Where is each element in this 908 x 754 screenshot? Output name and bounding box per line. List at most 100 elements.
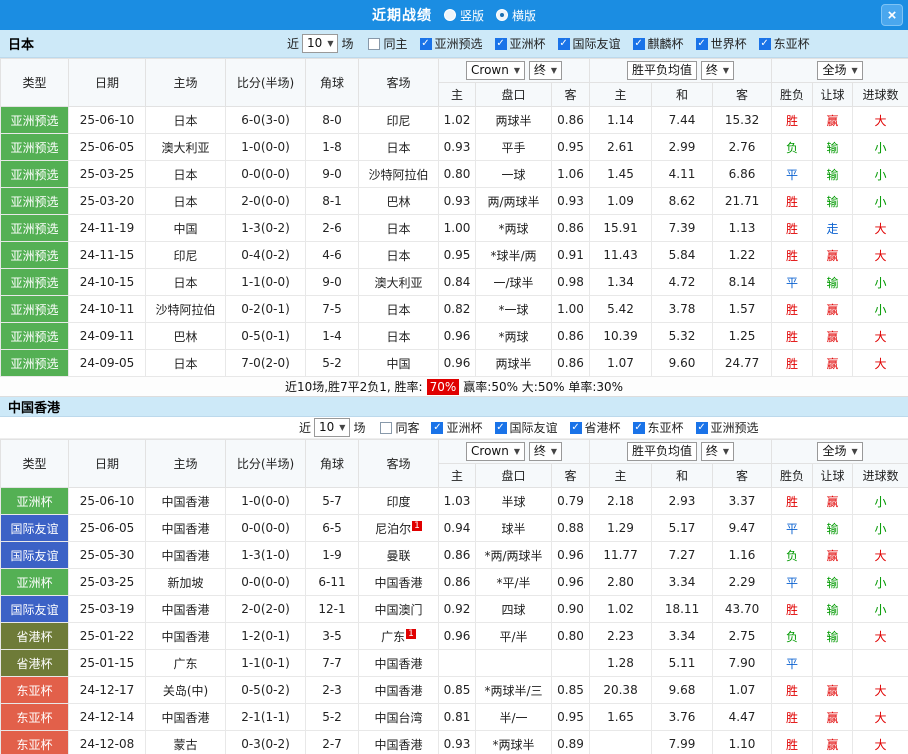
away-team[interactable]: 中国香港 [358, 730, 439, 754]
avg-type-select[interactable]: 胜平负均值 [627, 61, 698, 80]
corner-score: 1-8 [305, 133, 359, 161]
games-label: 场 [341, 37, 354, 51]
home-team[interactable]: 日本 [145, 349, 226, 377]
odds-away: 0.95 [550, 703, 591, 731]
match-date: 24-12-08 [68, 730, 146, 754]
home-team[interactable]: 新加坡 [145, 568, 226, 596]
score: 7-0(2-0) [225, 349, 306, 377]
away-team[interactable]: 沙特阿拉伯 [358, 160, 439, 188]
home-team[interactable]: 中国香港 [145, 622, 226, 650]
away-team[interactable]: 澳大利亚 [358, 268, 439, 296]
filter-checkbox-5[interactable]: ✓ 世界杯 [695, 35, 747, 52]
avg-type-select[interactable]: 胜平负均值 [627, 442, 698, 461]
away-team[interactable]: 中国 [358, 349, 439, 377]
filter-checkbox-0[interactable]: 同主 [368, 35, 408, 52]
odds-away: 0.89 [550, 730, 591, 754]
away-team[interactable]: 日本 [358, 295, 439, 323]
section-header-bar: 日本 近 10 ▼ 场同主 ✓ 亚洲预选 ✓ 亚洲杯 ✓ 国际友谊 ✓ 麒麟杯 ✓ 世界杯 ✓ 东亚杯 [0, 30, 908, 58]
away-team[interactable]: 中国香港 [358, 649, 439, 677]
odds-home: 0.86 [438, 541, 476, 569]
checkbox-icon: ✓ [695, 421, 708, 434]
competition-type: 亚洲预选 [0, 106, 69, 134]
result-wdl: 胜 [771, 295, 814, 323]
home-team[interactable]: 日本 [145, 106, 226, 134]
avg-home: 10.39 [589, 322, 653, 350]
home-team[interactable]: 广东 [145, 649, 226, 677]
corner-score: 8-0 [305, 106, 359, 134]
home-team[interactable]: 关岛(中) [145, 676, 226, 704]
result-handicap: 赢 [812, 730, 854, 754]
avg-draw: 5.17 [651, 514, 714, 542]
layout-radio-vertical[interactable]: 竖版 [443, 7, 484, 24]
filter-checkbox-3[interactable]: ✓ 省港杯 [569, 419, 621, 436]
odds-book-select[interactable]: Crown ▼ [466, 61, 525, 80]
home-team[interactable]: 蒙古 [145, 730, 226, 754]
odds-final-select[interactable]: 终 ▼ [528, 61, 562, 80]
away-team[interactable]: 日本 [358, 241, 439, 269]
away-team[interactable]: 巴林 [358, 187, 439, 215]
filter-checkbox-4[interactable]: ✓ 麒麟杯 [632, 35, 684, 52]
away-team[interactable]: 中国香港 [358, 676, 439, 704]
away-team[interactable]: 日本 [358, 133, 439, 161]
away-team[interactable]: 尼泊尔 1 [358, 514, 439, 542]
match-count-select[interactable]: 10 ▼ [302, 34, 339, 53]
checkbox-icon: ✓ [695, 37, 708, 50]
away-team[interactable]: 广东 1 [358, 622, 439, 650]
avg-draw: 4.72 [651, 268, 714, 296]
filter-checkbox-1[interactable]: ✓ 亚洲杯 [431, 419, 483, 436]
match-row: 亚洲预选 24-11-19 中国 1-3(0-2) 2-6 日本 1.00 *两球 0.86 15… [0, 214, 908, 242]
avg-final-select[interactable]: 终 ▼ [700, 442, 735, 461]
away-team[interactable]: 中国澳门 [358, 595, 439, 623]
odds-away: 0.93 [550, 187, 591, 215]
home-team[interactable]: 中国香港 [145, 487, 226, 515]
filter-checkbox-5[interactable]: ✓ 亚洲预选 [695, 419, 759, 436]
odds-final-select[interactable]: 终 ▼ [528, 442, 562, 461]
filter-checkbox-6[interactable]: ✓ 东亚杯 [758, 35, 810, 52]
odds-home: 0.84 [438, 268, 476, 296]
avg-draw: 7.44 [651, 106, 714, 134]
layout-radio-horizontal[interactable]: 横版 [496, 7, 536, 24]
home-team[interactable]: 中国香港 [145, 703, 226, 731]
away-team[interactable]: 中国台湾 [358, 703, 439, 731]
home-team[interactable]: 日本 [145, 160, 226, 188]
home-team[interactable]: 沙特阿拉伯 [145, 295, 226, 323]
close-button[interactable]: × [881, 4, 903, 26]
avg-final-select[interactable]: 终 ▼ [700, 61, 735, 80]
competition-type: 国际友谊 [0, 514, 69, 542]
away-team[interactable]: 日本 [358, 214, 439, 242]
odds-home [438, 649, 476, 677]
away-team[interactable]: 中国香港 [358, 568, 439, 596]
filter-checkbox-0[interactable]: 同客 [380, 419, 419, 436]
home-team[interactable]: 澳大利亚 [145, 133, 226, 161]
match-row: 亚洲杯 25-06-10 中国香港 1-0(0-0) 5-7 印度 1.03 半球 0.79 2.… [0, 487, 908, 515]
home-team[interactable]: 中国香港 [145, 595, 226, 623]
home-team[interactable]: 印尼 [145, 241, 226, 269]
result-wdl: 负 [771, 133, 814, 161]
away-team[interactable]: 曼联 [358, 541, 439, 569]
score: 2-0(0-0) [225, 187, 306, 215]
filter-checkbox-4[interactable]: ✓ 东亚杯 [632, 419, 684, 436]
home-team[interactable]: 中国香港 [145, 514, 226, 542]
col-avg-draw: 和 [651, 82, 714, 107]
filter-checkbox-2[interactable]: ✓ 国际友谊 [494, 419, 558, 436]
result-goals: 小 [852, 514, 908, 542]
home-team[interactable]: 巴林 [145, 322, 226, 350]
away-team[interactable]: 印尼 [358, 106, 439, 134]
odds-book-select[interactable]: Crown ▼ [466, 442, 525, 461]
filter-checkbox-3[interactable]: ✓ 国际友谊 [557, 35, 621, 52]
home-team[interactable]: 中国 [145, 214, 226, 242]
score: 0-0(0-0) [225, 160, 306, 188]
col-odds-home: 主 [438, 463, 476, 488]
home-team[interactable]: 日本 [145, 268, 226, 296]
home-team[interactable]: 中国香港 [145, 541, 226, 569]
odds-away: 0.86 [550, 106, 591, 134]
home-team[interactable]: 日本 [145, 187, 226, 215]
scope-select[interactable]: 全场 ▼ [817, 61, 863, 80]
filter-checkbox-2[interactable]: ✓ 亚洲杯 [494, 35, 546, 52]
scope-select[interactable]: 全场 ▼ [817, 442, 863, 461]
scope-header: 全场 ▼ [771, 58, 908, 83]
match-count-select[interactable]: 10 ▼ [314, 418, 351, 437]
away-team[interactable]: 日本 [358, 322, 439, 350]
away-team[interactable]: 印度 [358, 487, 439, 515]
filter-checkbox-1[interactable]: ✓ 亚洲预选 [419, 35, 483, 52]
